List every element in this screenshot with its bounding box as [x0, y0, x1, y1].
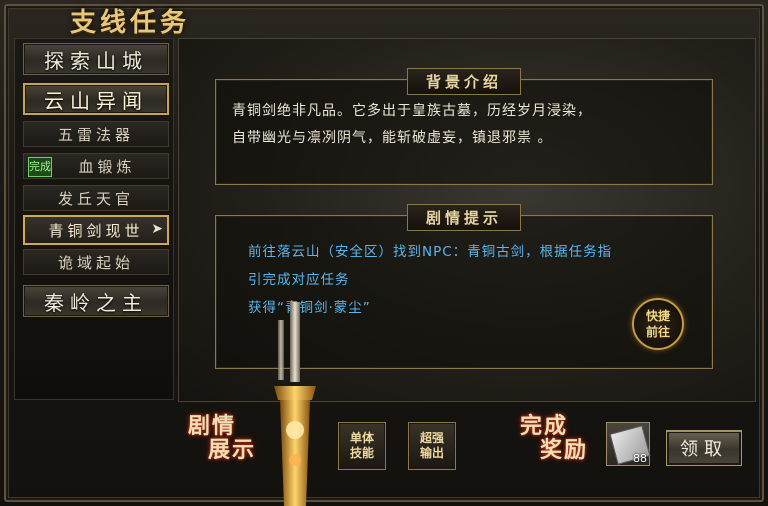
- skill-label: 输出: [419, 446, 444, 460]
- claim-button[interactable]: 领取: [666, 430, 742, 466]
- hint-line: 前往落云山（安全区）找到NPC：青铜古剑，根据任务指: [248, 244, 613, 260]
- plot-show-label: 剧情 展示: [188, 414, 256, 462]
- skill-label: 超强: [419, 431, 444, 445]
- plot-hint-title: 剧情提示: [406, 204, 522, 231]
- sidebar-subitem-label: 青铜剑现世: [48, 221, 144, 240]
- background-text: 青铜剑绝非凡品。它多出于皇族古墓，历经岁月浸染， 自带幽光与凛冽阴气，能斩破虚妄…: [232, 98, 698, 152]
- reward-item-count: 88: [633, 452, 647, 465]
- single-skill-button[interactable]: 单体 技能: [338, 422, 386, 470]
- sidebar-item-yunshan[interactable]: 云山异闻: [23, 83, 169, 115]
- completed-badge: 完成: [28, 157, 52, 177]
- skill-label: 技能: [349, 446, 374, 460]
- reward-text: 完成: [520, 413, 569, 439]
- quick-go-label: 前往: [645, 325, 670, 339]
- quest-sidebar: 探索山城 云山异闻 五雷法器 完成 血锻炼 发丘天官 青铜剑现世 ➤ 诡域起始 …: [14, 38, 174, 400]
- quick-travel-button[interactable]: 快捷 前往: [632, 298, 684, 350]
- plot-show-text: 展示: [208, 437, 257, 463]
- sidebar-subitem-faqiu[interactable]: 发丘天官: [23, 185, 169, 211]
- hint-line: 引完成对应任务: [248, 272, 350, 288]
- background-box: 背景介绍 青铜剑绝非凡品。它多出于皇族古墓，历经岁月浸染， 自带幽光与凛冽阴气，…: [215, 68, 713, 185]
- chevron-right-icon: ➤: [151, 221, 163, 237]
- sidebar-subitem-thunder[interactable]: 五雷法器: [23, 121, 169, 147]
- sidebar-subitem-bronze-sword[interactable]: 青铜剑现世 ➤: [23, 215, 169, 245]
- sidebar-item-explore-city[interactable]: 探索山城: [23, 43, 169, 75]
- quick-go-label: 快捷: [645, 309, 670, 323]
- background-title: 背景介绍: [406, 68, 522, 95]
- sidebar-subitem-label: 血锻炼: [78, 157, 136, 176]
- completion-reward-label: 完成 奖励: [520, 414, 588, 462]
- sidebar-subitem-guiyu[interactable]: 诡域起始: [23, 249, 169, 275]
- plot-show-text: 剧情: [188, 413, 237, 439]
- sidebar-item-qinling[interactable]: 秦岭之主: [23, 285, 169, 317]
- quest-window: 支线任务 探索山城 云山异闻 五雷法器 完成 血锻炼 发丘天官 青铜剑现世 ➤ …: [0, 0, 768, 506]
- reward-text: 奖励: [540, 437, 589, 463]
- background-line: 自带幽光与凛冽阴气，能斩破虚妄，镇退邪祟 。: [232, 130, 553, 146]
- bottom-bar: 剧情 展示 单体 技能 超强 输出 完成 奖励 88 领取: [178, 402, 754, 492]
- background-line: 青铜剑绝非凡品。它多出于皇族古墓，历经岁月浸染，: [232, 103, 592, 119]
- sidebar-subitem-blood-forge[interactable]: 完成 血锻炼: [23, 153, 169, 179]
- reward-item-slot[interactable]: 88: [606, 422, 651, 466]
- window-title: 支线任务: [70, 8, 191, 38]
- high-output-button[interactable]: 超强 输出: [408, 422, 456, 470]
- skill-label: 单体: [349, 431, 374, 445]
